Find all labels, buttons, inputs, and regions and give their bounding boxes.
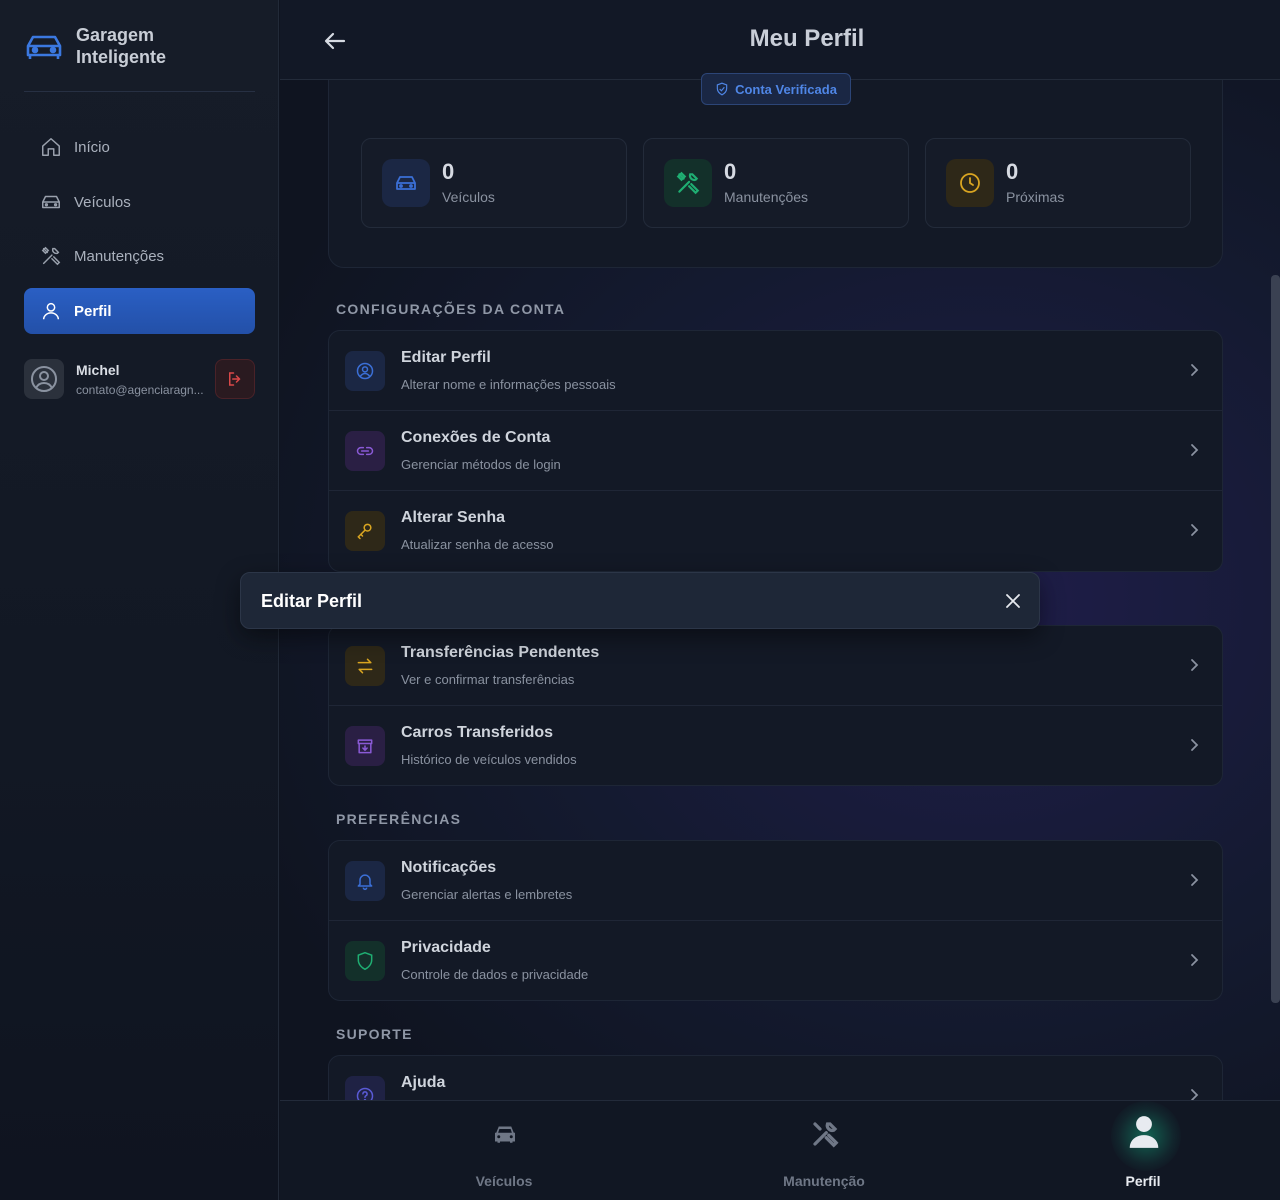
chevron-right-icon — [1191, 444, 1199, 456]
chevron-right-icon — [1191, 364, 1199, 376]
sidebar-item-inicio[interactable]: Início — [24, 124, 255, 170]
sidebar-item-label: Início — [74, 138, 110, 156]
vehicle-transfers-group: Transferências Pendentes Ver e confirmar… — [328, 625, 1223, 786]
clock-icon — [946, 159, 994, 207]
bottom-nav: Veículos Manutenção Perfil — [280, 1100, 1280, 1200]
home-icon — [42, 138, 60, 156]
menu-item-notifications[interactable]: Notificações Gerenciar alertas e lembret… — [329, 841, 1222, 921]
stat-upcoming: 0 Próximas — [925, 138, 1191, 228]
bottom-nav-label: Manutenção — [783, 1173, 865, 1189]
account-settings-group: Editar Perfil Alterar nome e informações… — [328, 330, 1223, 572]
menu-item-pending-transfers[interactable]: Transferências Pendentes Ver e confirmar… — [329, 626, 1222, 706]
user-icon — [42, 302, 60, 320]
menu-item-title: Transferências Pendentes — [401, 644, 600, 661]
menu-item-subtitle: Ver e confirmar transferências — [401, 672, 575, 687]
chevron-right-icon — [1191, 524, 1199, 536]
sidebar-item-veiculos[interactable]: Veículos — [24, 179, 255, 225]
logout-icon — [229, 372, 241, 386]
close-icon[interactable] — [1003, 591, 1023, 611]
menu-item-edit-profile[interactable]: Editar Perfil Alterar nome e informações… — [329, 331, 1222, 411]
stat-label: Manutenções — [724, 189, 809, 205]
header: Meu Perfil — [280, 0, 1280, 80]
bottom-nav-perfil[interactable]: Perfil — [1043, 1101, 1243, 1200]
key-icon — [345, 511, 385, 551]
menu-item-transferred-cars[interactable]: Carros Transferidos Histórico de veículo… — [329, 706, 1222, 785]
car-icon — [42, 195, 60, 209]
bell-icon — [345, 861, 385, 901]
tools-icon — [664, 159, 712, 207]
link-icon — [345, 431, 385, 471]
preferences-group: Notificações Gerenciar alertas e lembret… — [328, 840, 1223, 1001]
tools-icon — [41, 246, 61, 266]
stat-label: Veículos — [442, 189, 495, 205]
sidebar-item-label: Manutenções — [74, 247, 165, 265]
menu-item-title: Carros Transferidos — [401, 724, 554, 741]
sidebar: Garagem Inteligente Início Veículos Manu… — [0, 0, 279, 1200]
car-icon — [495, 1126, 515, 1143]
sidebar-item-manutencoes[interactable]: Manutenções — [24, 233, 255, 279]
avatar[interactable] — [24, 359, 64, 399]
chevron-right-icon — [1191, 739, 1199, 751]
brand-name: Garagem Inteligente — [76, 25, 167, 67]
user-circle-icon — [31, 366, 57, 392]
menu-item-title: Conexões de Conta — [401, 429, 551, 446]
user-email: contato@agenciaragn... — [76, 382, 204, 397]
bottom-nav-label: Perfil — [1125, 1173, 1161, 1189]
edit-profile-dialog: Editar Perfil — [240, 572, 1040, 629]
user-name: Michel — [76, 361, 120, 378]
menu-item-title: Privacidade — [401, 939, 491, 956]
chevron-right-icon — [1191, 659, 1199, 671]
section-title-support: SUPORTE — [336, 1026, 413, 1042]
sidebar-item-perfil[interactable]: Perfil — [24, 288, 255, 334]
menu-item-title: Alterar Senha — [401, 509, 506, 526]
dialog-title: Editar Perfil — [261, 591, 363, 611]
brand[interactable]: Garagem Inteligente — [24, 24, 196, 68]
divider — [24, 91, 255, 92]
section-title-account: CONFIGURAÇÕES DA CONTA — [336, 301, 566, 317]
menu-item-privacy[interactable]: Privacidade Controle de dados e privacid… — [329, 921, 1222, 1000]
chevron-right-icon — [1191, 954, 1199, 966]
stat-value: 0 — [724, 159, 737, 184]
user-icon — [1129, 1116, 1159, 1148]
bottom-nav-label: Veículos — [475, 1173, 533, 1189]
verified-badge: Conta Verificada — [701, 73, 851, 105]
menu-item-subtitle: Gerenciar alertas e lembretes — [401, 887, 573, 902]
scrollbar[interactable] — [1271, 275, 1280, 1003]
sidebar-item-label: Perfil — [74, 302, 112, 320]
menu-item-subtitle: Gerenciar métodos de login — [401, 457, 561, 472]
tools-icon — [813, 1122, 839, 1148]
sidebar-item-label: Veículos — [74, 193, 131, 211]
menu-item-title: Ajuda — [401, 1074, 446, 1091]
user-circle-icon — [345, 351, 385, 391]
stat-value: 0 — [442, 159, 455, 184]
section-title-preferences: PREFERÊNCIAS — [336, 811, 462, 827]
page-title: Meu Perfil — [749, 25, 865, 52]
stat-label: Próximas — [1006, 189, 1065, 205]
menu-item-title: Editar Perfil — [401, 349, 491, 366]
car-icon — [382, 159, 430, 207]
bottom-nav-veiculos[interactable]: Veículos — [404, 1101, 604, 1200]
menu-item-account-connections[interactable]: Conexões de Conta Gerenciar métodos de l… — [329, 411, 1222, 491]
transfer-icon — [345, 646, 385, 686]
menu-item-change-password[interactable]: Alterar Senha Atualizar senha de acesso — [329, 491, 1222, 571]
archive-icon — [345, 726, 385, 766]
bottom-nav-manutencao[interactable]: Manutenção — [724, 1101, 924, 1200]
logout-button[interactable] — [215, 359, 255, 399]
menu-item-subtitle: Alterar nome e informações pessoais — [401, 377, 616, 392]
menu-item-title: Notificações — [401, 859, 497, 876]
chevron-right-icon — [1191, 874, 1199, 886]
shield-check-icon — [716, 82, 728, 96]
stat-maintenances: 0 Manutenções — [643, 138, 909, 228]
menu-item-subtitle: Histórico de veículos vendidos — [401, 752, 577, 767]
stat-value: 0 — [1006, 159, 1019, 184]
menu-item-subtitle: Atualizar senha de acesso — [401, 537, 554, 552]
menu-item-subtitle: Controle de dados e privacidade — [401, 967, 589, 982]
shield-icon — [345, 941, 385, 981]
stat-vehicles: 0 Veículos — [361, 138, 627, 228]
user-card: Michel contato@agenciaragn... — [24, 358, 255, 400]
car-icon — [26, 35, 62, 59]
